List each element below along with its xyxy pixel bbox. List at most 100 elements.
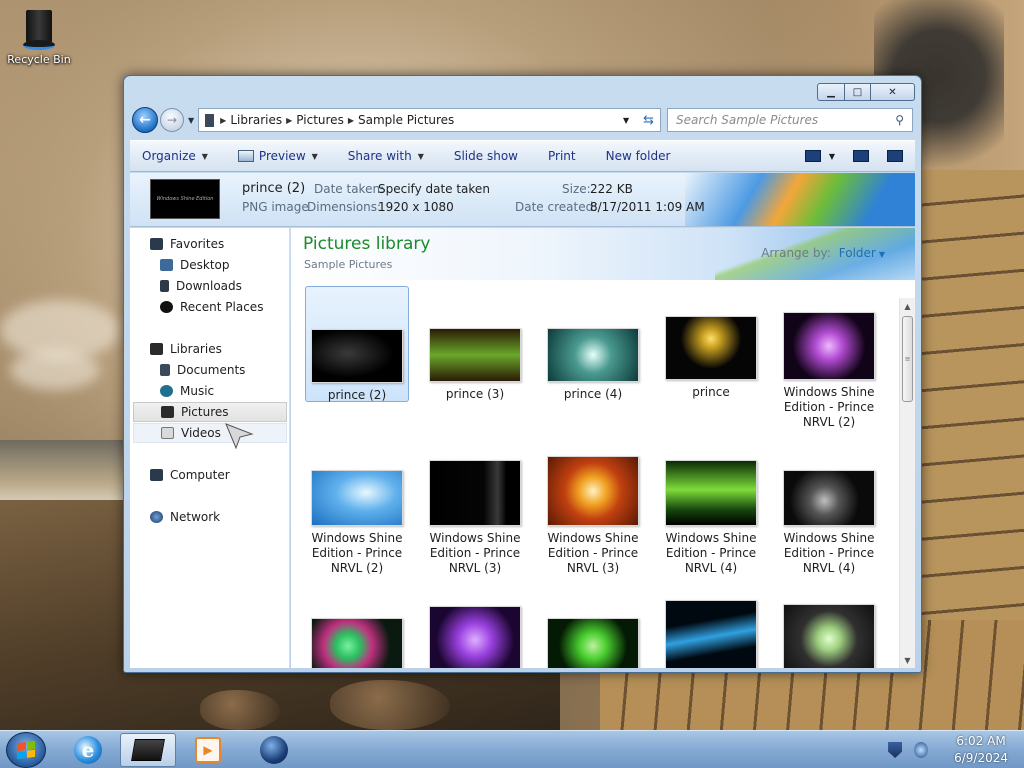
nav-videos[interactable]: Videos	[133, 423, 287, 443]
file-item[interactable]: prince (2)	[305, 286, 409, 402]
file-name: Windows Shine Edition - Prince NRVL (3)	[429, 531, 521, 575]
breadcrumb-libraries[interactable]: Libraries	[230, 113, 282, 127]
file-item[interactable]	[659, 600, 763, 668]
file-thumbnail	[665, 460, 757, 526]
file-item[interactable]: Windows Shine Edition - Prince NRVL (4)	[777, 470, 881, 576]
file-item[interactable]: Windows Shine Edition - Prince NRVL (3)	[423, 460, 527, 576]
breadcrumb-pictures[interactable]: Pictures	[296, 113, 344, 127]
nav-favorites[interactable]: Favorites	[130, 234, 288, 254]
file-thumbnail	[783, 312, 875, 380]
favorites-icon	[150, 238, 163, 250]
file-item[interactable]	[423, 606, 527, 668]
file-item[interactable]: Windows Shine Edition - Prince NRVL (3)	[541, 456, 645, 576]
nav-documents[interactable]: Documents	[130, 360, 288, 380]
file-thumbnail	[429, 328, 521, 382]
scroll-up-icon[interactable]: ▲	[900, 298, 915, 314]
taskbar-windows-explorer[interactable]	[120, 733, 176, 767]
nav-pictures[interactable]: Pictures	[133, 402, 287, 422]
address-bar[interactable]: ▶ Libraries ▶ Pictures ▶ Sample Pictures…	[198, 108, 661, 132]
search-input[interactable]: Search Sample Pictures ⚲	[667, 108, 913, 132]
date-created-value: 8/17/2011 1:09 AM	[590, 200, 705, 214]
clock[interactable]: 6:02 AM 6/9/2024	[954, 733, 1008, 767]
scroll-down-icon[interactable]: ▼	[900, 652, 915, 668]
file-name: Windows Shine Edition - Prince NRVL (3)	[547, 531, 639, 575]
nav-network[interactable]: Network	[130, 507, 288, 527]
file-item[interactable]: Windows Shine Edition - Prince NRVL (4)	[659, 460, 763, 576]
file-item[interactable]: Windows Shine Edition - Prince NRVL (2)	[305, 470, 409, 576]
recycle-bin-desktop-icon[interactable]: Recycle Bin	[6, 6, 72, 66]
file-item[interactable]: Windows Shine Edition - Prince NRVL (2)	[777, 312, 881, 430]
file-item[interactable]	[541, 618, 645, 668]
downloads-icon	[160, 280, 169, 292]
file-name: prince	[692, 385, 730, 399]
taskbar-media-player[interactable]: ▶	[180, 733, 236, 767]
recent-pages-dropdown[interactable]: ▼	[188, 116, 194, 125]
file-name: Windows Shine Edition - Prince NRVL (2)	[311, 531, 403, 575]
print-button[interactable]: Print	[548, 149, 576, 163]
file-thumbnail	[665, 600, 757, 668]
breadcrumb-sample-pictures[interactable]: Sample Pictures	[358, 113, 454, 127]
organize-button[interactable]: Organize ▼	[142, 149, 208, 163]
date-created-label: Date created:	[515, 200, 598, 214]
background-rock	[330, 680, 450, 730]
mouse-cursor-icon	[225, 423, 254, 450]
start-button[interactable]	[6, 732, 46, 768]
dimensions-label: Dimensions:	[307, 200, 382, 214]
change-view-icon[interactable]	[804, 150, 821, 162]
clock-time: 6:02 AM	[956, 734, 1006, 748]
close-button[interactable]: ✕	[871, 83, 915, 101]
size-value: 222 KB	[590, 182, 633, 196]
refresh-icon[interactable]: ⇆	[643, 113, 654, 128]
recycle-bin-icon	[20, 6, 58, 50]
library-subtitle: Sample Pictures	[304, 258, 393, 271]
chevron-down-icon: ▼	[311, 151, 318, 161]
action-center-icon[interactable]	[888, 742, 903, 758]
view-dropdown-icon[interactable]: ▼	[829, 152, 835, 161]
file-item[interactable]: prince	[659, 316, 763, 400]
network-tray-icon[interactable]	[914, 742, 929, 758]
view-controls: ▼	[787, 150, 903, 162]
nav-computer[interactable]: Computer	[130, 465, 288, 485]
file-grid: prince (2) prince (3) prince (4) prince …	[291, 280, 891, 668]
clock-date: 6/9/2024	[954, 751, 1008, 765]
preview-button[interactable]: Preview ▼	[237, 149, 318, 163]
navigation-pane: Favorites Desktop Downloads Recent Place…	[130, 228, 290, 668]
system-tray: 6:02 AM 6/9/2024	[888, 731, 1008, 768]
nav-recent-places[interactable]: Recent Places	[130, 297, 288, 317]
forward-button[interactable]: →	[160, 108, 184, 132]
nav-music[interactable]: Music	[130, 381, 288, 401]
back-button[interactable]: ←	[132, 107, 158, 133]
arrange-by-dropdown[interactable]: Folder	[839, 246, 876, 260]
address-dropdown-icon[interactable]: ▼	[623, 116, 629, 125]
share-with-button[interactable]: Share with ▼	[348, 149, 424, 163]
details-decoration	[685, 173, 915, 226]
minimize-button[interactable]: ▁	[817, 83, 845, 101]
taskbar-internet-explorer[interactable]: e	[60, 733, 116, 767]
folder-icon	[131, 739, 165, 761]
scroll-thumb[interactable]: ≡	[902, 316, 913, 402]
file-thumbnail	[547, 456, 639, 526]
nav-libraries[interactable]: Libraries	[130, 339, 288, 359]
libraries-icon	[150, 343, 163, 355]
file-item[interactable]	[777, 604, 881, 668]
slide-show-button[interactable]: Slide show	[454, 149, 518, 163]
preview-pane-icon[interactable]	[853, 150, 869, 162]
chevron-down-icon: ▼	[878, 250, 885, 259]
file-item[interactable]: prince (4)	[541, 328, 645, 402]
computer-icon	[150, 469, 163, 481]
maximize-button[interactable]: □	[845, 83, 871, 101]
file-item[interactable]: prince (3)	[423, 328, 527, 402]
taskbar-globe-app[interactable]	[246, 733, 302, 767]
details-pane: Windows Shine Edition prince (2) PNG ima…	[130, 173, 915, 227]
nav-desktop[interactable]: Desktop	[130, 255, 288, 275]
file-thumbnail	[783, 604, 875, 668]
file-name: Windows Shine Edition - Prince NRVL (2)	[783, 385, 875, 429]
vertical-scrollbar[interactable]: ▲ ≡ ▼	[899, 298, 915, 668]
new-folder-button[interactable]: New folder	[606, 149, 671, 163]
date-taken-value[interactable]: Specify date taken	[378, 182, 490, 196]
windows-logo-icon	[17, 740, 35, 760]
file-thumbnail	[783, 470, 875, 526]
nav-downloads[interactable]: Downloads	[130, 276, 288, 296]
help-icon[interactable]	[887, 150, 903, 162]
file-item[interactable]	[305, 618, 409, 668]
